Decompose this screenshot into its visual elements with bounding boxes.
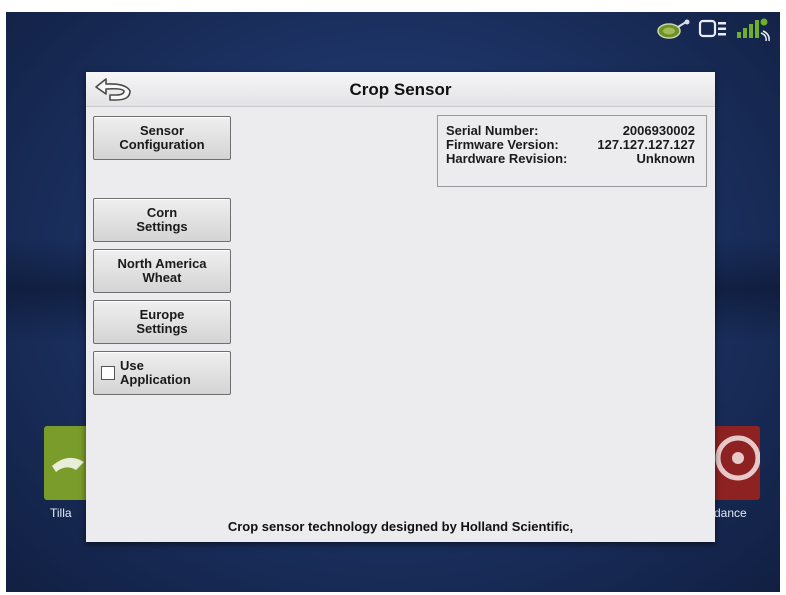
- status-bar: [656, 16, 770, 46]
- footer-credit: Crop sensor technology designed by Holla…: [227, 519, 574, 534]
- corn-settings-label: Corn Settings: [136, 205, 188, 234]
- use-application-label: Use Application: [120, 358, 191, 387]
- firmware-version-value: 127.127.127.127: [597, 137, 695, 152]
- serial-number-label: Serial Number:: [446, 123, 539, 138]
- app-screen: Tilla dance Crop Sensor Sensor Configura…: [6, 12, 780, 592]
- use-application-checkbox[interactable]: [101, 366, 115, 380]
- sensor-configuration-label: Sensor Configuration: [119, 123, 205, 152]
- firmware-version-row: Firmware Version: 127.127.127.127: [438, 138, 706, 152]
- guidance-tile-label: dance: [714, 506, 747, 520]
- corn-settings-button[interactable]: Corn Settings: [93, 198, 231, 242]
- north-america-wheat-label: North America Wheat: [117, 256, 207, 285]
- module-icon[interactable]: [698, 18, 728, 45]
- tillage-tile-label: Tilla: [50, 506, 72, 520]
- dialog-title: Crop Sensor: [349, 80, 452, 99]
- hardware-revision-row: Hardware Revision: Unknown: [438, 152, 706, 166]
- hardware-revision-label: Hardware Revision:: [446, 151, 568, 166]
- europe-settings-button[interactable]: Europe Settings: [93, 300, 231, 344]
- sensor-icon[interactable]: [656, 18, 690, 45]
- north-america-wheat-button[interactable]: North America Wheat: [93, 249, 231, 293]
- europe-settings-label: Europe Settings: [136, 307, 188, 336]
- serial-number-value: 2006930002: [622, 123, 695, 138]
- crop-sensor-dialog: Crop Sensor Sensor Configuration Corn Se…: [86, 72, 715, 542]
- gps-signal-icon[interactable]: [736, 16, 770, 47]
- hardware-revision-value: Unknown: [636, 151, 696, 166]
- firmware-version-label: Firmware Version:: [446, 137, 559, 152]
- dialog-header: Crop Sensor: [86, 72, 715, 107]
- serial-number-row: Serial Number: 2006930002: [438, 124, 706, 138]
- sensor-configuration-button[interactable]: Sensor Configuration: [93, 116, 231, 160]
- sensor-info-panel: Serial Number: 2006930002 Firmware Versi…: [437, 115, 707, 187]
- use-application-toggle[interactable]: Use Application: [93, 351, 231, 395]
